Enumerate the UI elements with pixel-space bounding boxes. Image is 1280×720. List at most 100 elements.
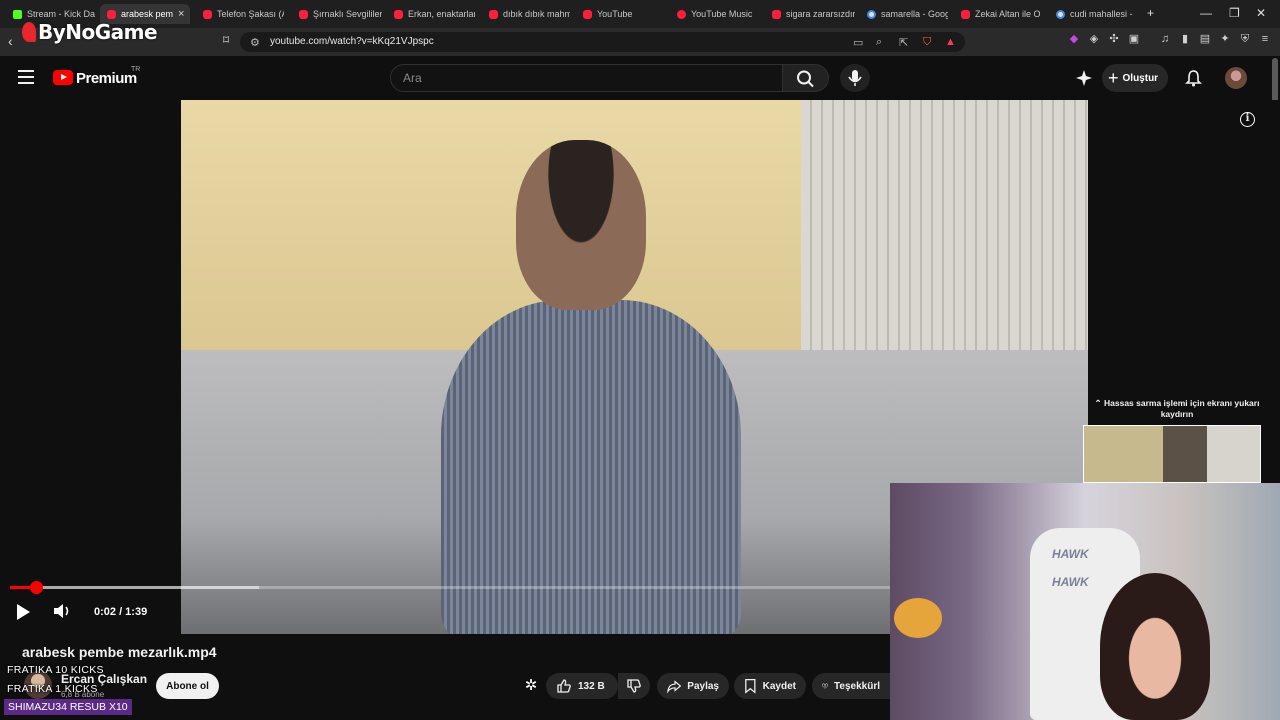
chair-brand-text: HAWK [1052, 547, 1089, 561]
browser-tab-label: samarella - Goog [881, 9, 948, 19]
url-text: youtube.com/watch?v=kKq21VJpspc [270, 36, 434, 47]
back-icon[interactable]: ‹ [8, 33, 13, 49]
zoom-icon[interactable]: ⌕ [876, 36, 882, 49]
webcam-streamer [1100, 573, 1210, 720]
dislike-button[interactable] [618, 673, 650, 699]
browser-tab-label: sigara zararsızdır [786, 9, 855, 19]
youtube-icon [203, 9, 212, 19]
address-bar[interactable]: ⚙ youtube.com/watch?v=kKq21VJpspc ▭ ⌕ ⇱ … [240, 32, 965, 52]
browser-tab-label: YouTube Music [691, 9, 753, 19]
create-button[interactable]: + Oluştur [1102, 64, 1168, 92]
browser-tab[interactable]: Telefon Şakası (A [196, 4, 284, 24]
seek-preview-thumbnail [1083, 425, 1261, 483]
kick-alert: FRATIKA 1 KICKS [7, 683, 98, 695]
share-page-icon[interactable]: ⇱ [899, 36, 908, 49]
youtube-icon [489, 9, 498, 19]
youtube-logo-icon[interactable] [53, 70, 73, 85]
extension-icon[interactable]: ◆ [1068, 33, 1080, 45]
like-count: 132 B [578, 680, 605, 692]
extension-icon[interactable]: ◈ [1088, 33, 1100, 45]
youtube-masthead: Premium TR + Oluştur [0, 56, 1280, 100]
video-title: arabesk pembe mezarlık.mp4 [22, 644, 217, 660]
browser-tab[interactable]: samarella - Goog [860, 4, 948, 24]
puzzle-icon[interactable]: ✣ [1108, 33, 1120, 45]
webcam-plush-toy [894, 598, 942, 638]
brave-rewards-icon[interactable]: ▲ [945, 36, 956, 48]
close-window-icon[interactable]: ✕ [1256, 6, 1266, 20]
search-input[interactable] [390, 64, 783, 92]
thanks-label: Teşekkürl [834, 680, 880, 692]
kick-icon [13, 9, 22, 19]
save-label: Kaydet [762, 680, 796, 692]
info-icon[interactable]: i [1240, 112, 1255, 127]
youtube-music-icon [677, 9, 686, 19]
guide-menu-icon[interactable] [18, 70, 34, 84]
browser-tab[interactable]: Erkan, enaktarlar [387, 4, 475, 24]
search-button[interactable] [783, 64, 829, 92]
share-icon [667, 680, 682, 694]
browser-tab[interactable]: Zekai Altan ile O [954, 4, 1042, 24]
brave-shield-icon[interactable]: ⛉ [923, 36, 931, 49]
cast-icon[interactable]: ▭ [853, 36, 863, 49]
browser-tab-label: Zekai Altan ile O [975, 9, 1041, 19]
resub-alert: SHIMAZU34 RESUB X10 [4, 699, 132, 715]
share-label: Paylaş [687, 680, 719, 692]
media-icon[interactable]: ♫ [1159, 33, 1171, 45]
save-button[interactable]: Kaydet [734, 673, 806, 699]
video-scene-person [441, 140, 741, 634]
google-icon [867, 9, 876, 19]
thanks-button[interactable]: $ Teşekkürl [812, 673, 890, 699]
bookmark-save-icon [745, 679, 756, 694]
notifications-bell-icon[interactable] [1185, 69, 1202, 87]
sparkle-feature-icon[interactable] [1075, 69, 1093, 87]
browser-menu-icon[interactable]: ≡ [1259, 33, 1271, 45]
share-button[interactable]: Paylaş [657, 673, 729, 699]
chair-brand-text: HAWK [1052, 575, 1089, 589]
youtube-icon [107, 9, 116, 19]
browser-tab[interactable]: sigara zararsızdır [765, 4, 855, 24]
browser-tab-label: Şırnaklı Sevgililer [313, 9, 382, 19]
like-button[interactable]: 132 B [546, 673, 618, 699]
youtube-icon [583, 9, 592, 19]
leo-ai-icon[interactable]: ✦ [1219, 33, 1231, 45]
ask-ai-icon[interactable]: ✲ [522, 677, 540, 695]
vpn-icon[interactable]: ⛨ [1239, 33, 1251, 45]
kick-alert: FRATIKA 10 KICKS [7, 664, 104, 676]
browser-tab[interactable]: cudi mahallesi - [1049, 4, 1137, 24]
volume-icon[interactable] [52, 602, 72, 620]
site-settings-icon[interactable]: ⚙ [250, 36, 260, 49]
browser-tab[interactable]: Şırnaklı Sevgililer [292, 4, 382, 24]
progress-buffered [10, 586, 260, 589]
video-scene-window [801, 100, 1088, 350]
browser-tab-label: Telefon Şakası (A [217, 9, 284, 19]
progress-bar[interactable] [10, 581, 890, 594]
thumbs-up-icon [557, 679, 571, 693]
browser-tab[interactable]: YouTube Music [670, 4, 762, 24]
youtube-icon [299, 9, 308, 19]
account-avatar[interactable] [1225, 67, 1247, 89]
voice-search-button[interactable] [840, 64, 870, 92]
new-tab-button[interactable]: + [1147, 6, 1154, 20]
region-code: TR [131, 66, 141, 73]
youtube-icon [772, 9, 781, 19]
progress-scrubber-handle[interactable] [29, 581, 43, 594]
close-tab-icon[interactable]: × [178, 8, 184, 20]
browser-tab-label: arabesk pem [121, 9, 174, 19]
browser-tab-label: Stream - Kick Da [27, 9, 96, 19]
browser-tab[interactable]: dıbık dıbık mahm [482, 4, 570, 24]
search-icon [797, 70, 814, 88]
restore-icon[interactable]: ❐ [1229, 6, 1240, 20]
thumbs-down-icon [627, 679, 641, 693]
minimize-icon[interactable]: — [1200, 6, 1212, 20]
youtube-premium-label[interactable]: Premium [76, 70, 137, 87]
youtube-icon [961, 9, 970, 19]
browser-tab[interactable]: YouTube [576, 4, 666, 24]
browser-tab-label: cudi mahallesi - [1070, 9, 1133, 19]
play-icon[interactable] [17, 604, 30, 620]
wallet-icon[interactable]: ▤ [1199, 33, 1211, 45]
screenshot-icon[interactable]: ▣ [1128, 33, 1140, 45]
browser-tab-strip: Stream - Kick Da arabesk pem × Telefon Şaka… [0, 0, 1280, 28]
bookmark-icon[interactable]: ⌑ [223, 33, 229, 47]
subscribe-button[interactable]: Abone ol [156, 673, 219, 699]
sidebar-icon[interactable]: ▮ [1179, 33, 1191, 45]
